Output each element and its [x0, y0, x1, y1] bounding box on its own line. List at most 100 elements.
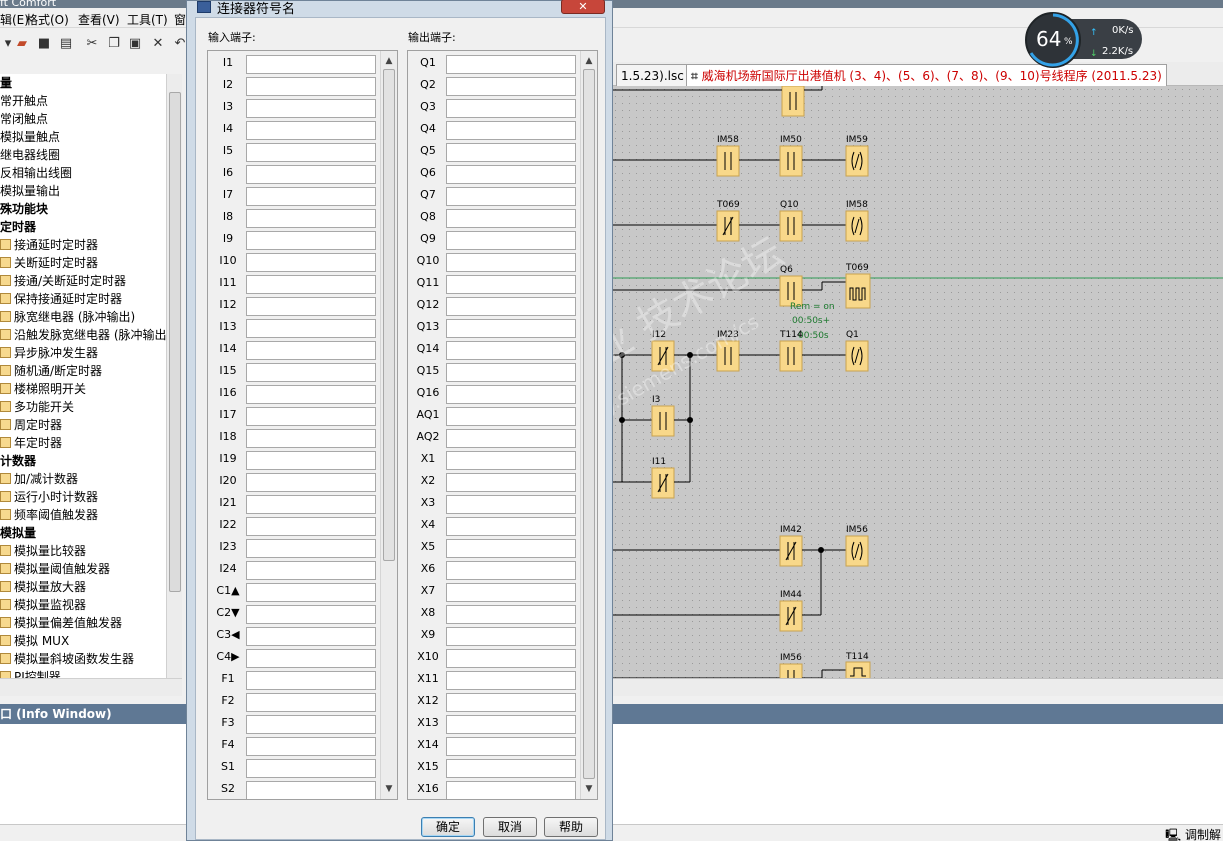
block-label[interactable]: IM56 [780, 653, 802, 663]
tree-item[interactable]: 量 [0, 74, 12, 92]
tree-item[interactable]: 加/减计数器 [0, 470, 78, 488]
tree-item[interactable]: 沿触发脉宽继电器 (脉冲输出 [0, 326, 166, 344]
tree-item[interactable]: 模拟量触点 [0, 128, 60, 146]
input-symbol-name-field[interactable] [246, 671, 376, 690]
timer-block[interactable] [845, 661, 871, 678]
input-symbol-name-field[interactable] [246, 473, 376, 492]
output-symbol-name-field[interactable] [446, 561, 576, 580]
tree-item[interactable]: 模拟 MUX [0, 632, 69, 650]
canvas-horizontal-scrollbar[interactable] [612, 678, 1223, 696]
tree-item[interactable]: 年定时器 [0, 434, 62, 452]
tree-item[interactable]: 模拟量输出 [0, 182, 60, 200]
contact-block[interactable] [779, 210, 803, 242]
input-symbol-name-field[interactable] [246, 429, 376, 448]
output-symbol-name-field[interactable] [446, 55, 576, 74]
scroll-thumb[interactable] [583, 69, 595, 779]
input-symbol-name-field[interactable] [246, 143, 376, 162]
output-symbol-name-field[interactable] [446, 715, 576, 734]
open-icon[interactable]: ▰ [14, 36, 30, 52]
input-symbol-name-field[interactable] [246, 231, 376, 250]
tree-horizontal-scrollbar[interactable] [0, 678, 182, 696]
output-symbol-name-field[interactable] [446, 363, 576, 382]
contact-block[interactable] [779, 145, 803, 177]
tree-item[interactable]: 多功能开关 [0, 398, 74, 416]
cut-icon[interactable]: ✂ [84, 36, 100, 52]
block-label[interactable]: Q10 [780, 200, 799, 210]
tree-item[interactable]: 频率阈值触发器 [0, 506, 98, 524]
output-symbol-name-field[interactable] [446, 253, 576, 272]
close-icon[interactable]: ✕ [561, 0, 605, 14]
output-symbol-name-field[interactable] [446, 297, 576, 316]
tree-item[interactable]: 模拟量斜坡函数发生器 [0, 650, 134, 668]
tree-item[interactable]: 定时器 [0, 218, 36, 236]
paste-icon[interactable]: ▣ [127, 36, 143, 52]
contact-block[interactable] [651, 405, 675, 437]
output-symbol-name-field[interactable] [446, 781, 576, 799]
block-label[interactable]: T069 [716, 200, 740, 210]
tree-item[interactable]: 模拟量比较器 [0, 542, 86, 560]
output-symbol-name-field[interactable] [446, 495, 576, 514]
menu-view[interactable]: 查看(V) [78, 11, 120, 28]
tree-item[interactable]: 运行小时计数器 [0, 488, 98, 506]
output-list-scrollbar[interactable]: ▲ ▼ [580, 51, 597, 799]
output-symbol-name-field[interactable] [446, 627, 576, 646]
output-symbol-name-field[interactable] [446, 209, 576, 228]
tree-item[interactable]: 模拟量监视器 [0, 596, 86, 614]
input-symbol-name-field[interactable] [246, 693, 376, 712]
output-symbol-name-field[interactable] [446, 429, 576, 448]
input-symbol-name-field[interactable] [246, 363, 376, 382]
delete-icon[interactable]: ✕ [150, 36, 166, 52]
input-symbol-name-field[interactable] [246, 649, 376, 668]
output-symbol-name-field[interactable] [446, 473, 576, 492]
tree-item[interactable]: 殊功能块 [0, 200, 48, 218]
input-symbol-name-field[interactable] [246, 209, 376, 228]
input-symbol-name-field[interactable] [246, 451, 376, 470]
program-canvas[interactable]: IM58 IM50 IM59 T069 Q10 IM58 Q6 T069 Rem = on 00:… [612, 86, 1223, 678]
contact-block[interactable] [716, 145, 740, 177]
menu-window[interactable]: 窗 [174, 11, 186, 28]
output-symbol-name-field[interactable] [446, 165, 576, 184]
scroll-down-icon[interactable]: ▼ [581, 781, 597, 797]
output-symbol-name-field[interactable] [446, 693, 576, 712]
tree-item[interactable]: 继电器线圈 [0, 146, 60, 164]
block-label[interactable]: Q1 [846, 330, 859, 340]
dialog-titlebar[interactable]: 连接器符号名 ✕ [187, 0, 612, 17]
block-label[interactable]: I11 [652, 457, 666, 467]
input-symbol-name-field[interactable] [246, 121, 376, 140]
output-symbol-name-field[interactable] [446, 407, 576, 426]
block-label[interactable]: IM42 [780, 525, 802, 535]
input-symbol-name-field[interactable] [246, 77, 376, 96]
menu-format[interactable]: 格式(O) [26, 11, 69, 28]
input-symbol-name-field[interactable] [246, 605, 376, 624]
block-label[interactable]: IM58 [846, 200, 868, 210]
input-symbol-name-field[interactable] [246, 55, 376, 74]
block-label[interactable]: IM58 [717, 135, 739, 145]
output-symbol-name-field[interactable] [446, 385, 576, 404]
block-label[interactable]: T114 [845, 652, 869, 662]
input-symbol-name-field[interactable] [246, 539, 376, 558]
menu-edit[interactable]: 辑(E) [0, 11, 29, 28]
scroll-thumb[interactable] [169, 92, 181, 592]
tree-item[interactable]: 模拟量放大器 [0, 578, 86, 596]
output-symbol-name-field[interactable] [446, 451, 576, 470]
block-label[interactable]: T069 [845, 263, 869, 273]
scroll-up-icon[interactable]: ▲ [581, 53, 597, 69]
scroll-down-icon[interactable]: ▼ [381, 781, 397, 797]
tree-item[interactable]: 反相输出线圈 [0, 164, 72, 182]
input-symbol-name-field[interactable] [246, 385, 376, 404]
scroll-up-icon[interactable]: ▲ [381, 53, 397, 69]
input-symbol-name-field[interactable] [246, 341, 376, 360]
output-symbol-name-field[interactable] [446, 605, 576, 624]
input-list-scrollbar[interactable]: ▲ ▼ [380, 51, 397, 799]
tree-item[interactable]: 模拟量 [0, 524, 36, 542]
block-label[interactable]: T114 [779, 330, 803, 340]
input-symbol-name-field[interactable] [246, 495, 376, 514]
output-symbol-name-field[interactable] [446, 759, 576, 778]
scroll-thumb[interactable] [383, 69, 395, 561]
input-symbol-name-field[interactable] [246, 165, 376, 184]
input-symbol-name-field[interactable] [246, 297, 376, 316]
output-symbol-name-field[interactable] [446, 671, 576, 690]
output-symbol-name-field[interactable] [446, 539, 576, 558]
output-symbol-name-field[interactable] [446, 77, 576, 96]
contact-block[interactable] [781, 86, 805, 117]
